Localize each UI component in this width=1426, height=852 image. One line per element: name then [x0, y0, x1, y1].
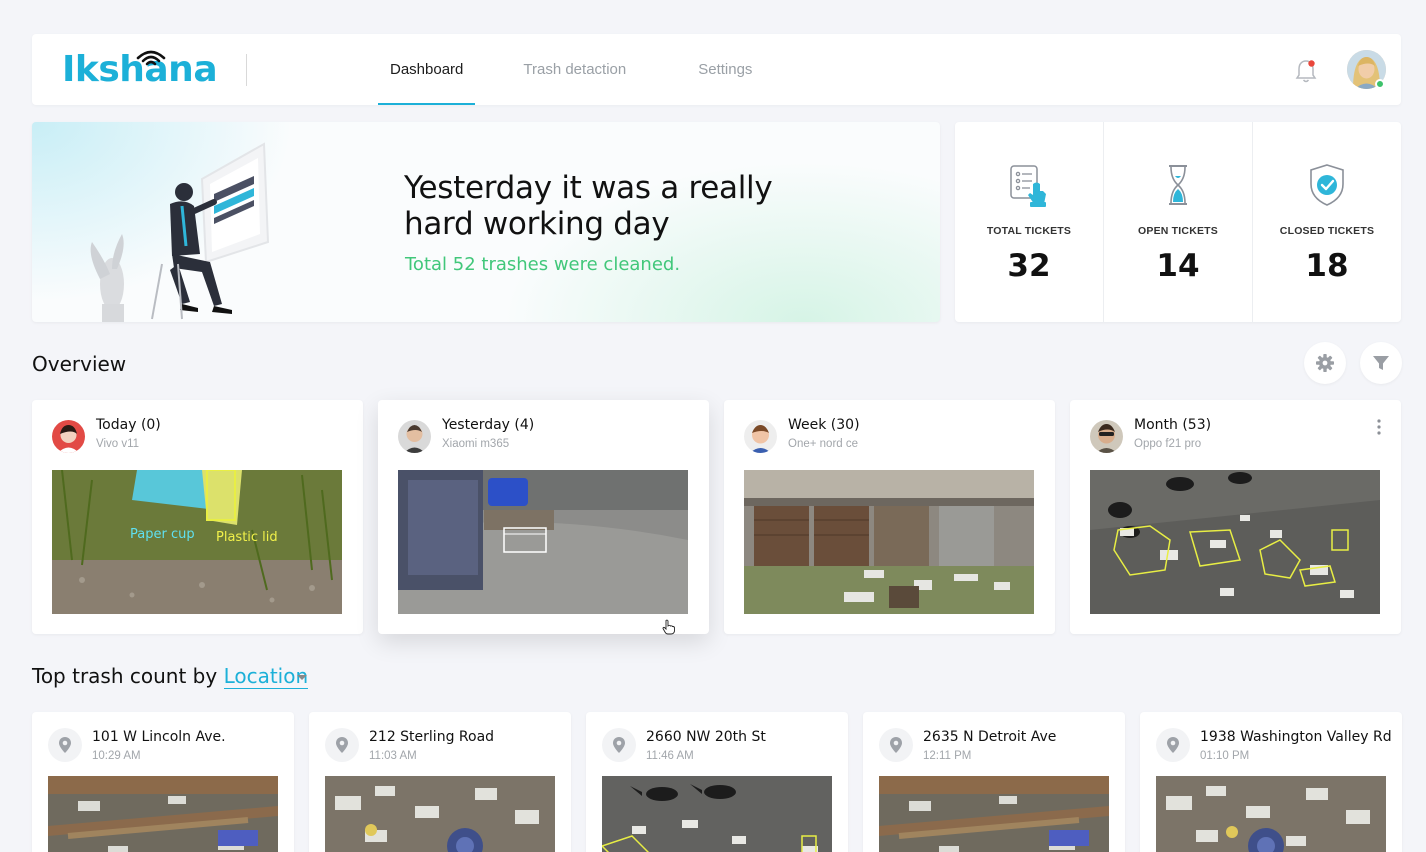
location-card[interactable]: 2635 N Detroit Ave 12:11 PM: [863, 712, 1125, 852]
location-time: 01:10 PM: [1200, 750, 1250, 762]
location-name: 1938 Washington Valley Rd: [1200, 729, 1392, 745]
shield-check-icon: [1310, 164, 1344, 206]
gear-icon: [1316, 354, 1334, 372]
device-name: One+ nord ce: [788, 438, 859, 450]
device-name: Xiaomi m365: [442, 438, 510, 450]
nav-dashboard[interactable]: Dashboard: [378, 34, 476, 105]
map-pin-icon: [336, 737, 348, 753]
nav-settings[interactable]: Settings: [698, 34, 752, 105]
map-pin-icon: [59, 737, 71, 753]
overview-card-today[interactable]: Today (0) Vivo v11 Paper cup Plastic lid: [32, 400, 363, 634]
ticket-value: 32: [1007, 248, 1051, 284]
ticket-label: TOTAL TICKETS: [986, 225, 1072, 237]
location-card[interactable]: 2660 NW 20th St 11:46 AM: [586, 712, 848, 852]
logo[interactable]: Ikshana: [62, 48, 218, 92]
ticket-label: CLOSED TICKETS: [1279, 225, 1375, 237]
map-pin-icon: [613, 737, 625, 753]
location-selector[interactable]: Location: [223, 664, 309, 689]
wifi-icon: [136, 50, 166, 66]
location-time: 11:46 AM: [646, 750, 694, 762]
trash-image[interactable]: [1090, 470, 1380, 614]
card-title: Yesterday (4): [442, 417, 535, 433]
card-title: Week (30): [788, 417, 860, 433]
card-title: Month (53): [1134, 417, 1212, 433]
trash-image[interactable]: [1156, 776, 1386, 852]
divider: [246, 54, 247, 86]
hero-subtitle: Total 52 trashes were cleaned.: [405, 254, 681, 275]
location-pin: [602, 728, 636, 762]
trash-image[interactable]: [398, 470, 688, 614]
online-status-dot: [1375, 79, 1385, 89]
open-tickets[interactable]: OPEN TICKETS 14: [1103, 122, 1252, 322]
location-name: 2635 N Detroit Ave: [923, 729, 1057, 745]
filter-button[interactable]: [1360, 342, 1402, 384]
location-pin: [325, 728, 359, 762]
card-title: Today (0): [96, 417, 161, 433]
settings-button[interactable]: [1304, 342, 1346, 384]
location-name: 212 Sterling Road: [369, 729, 495, 745]
overview-title: Overview: [32, 352, 127, 376]
main-nav: Dashboard Trash detaction Settings: [378, 34, 752, 105]
filter-icon: [1373, 356, 1389, 370]
avatar: [744, 420, 777, 453]
trash-image[interactable]: Paper cup Plastic lid: [52, 470, 342, 614]
image-label-paper-cup: Paper cup: [130, 527, 195, 542]
ticket-value: 18: [1305, 248, 1349, 284]
trash-image[interactable]: [48, 776, 278, 852]
location-card[interactable]: 1938 Washington Valley Rd 01:10 PM: [1140, 712, 1402, 852]
location-card[interactable]: 101 W Lincoln Ave. 10:29 AM: [32, 712, 294, 852]
hand-cursor-icon: [662, 619, 675, 635]
device-name: Oppo f21 pro: [1134, 438, 1202, 450]
bell-icon[interactable]: [1294, 58, 1318, 84]
location-time: 11:03 AM: [369, 750, 417, 762]
more-options-icon[interactable]: [1373, 418, 1385, 436]
location-card[interactable]: 212 Sterling Road 11:03 AM: [309, 712, 571, 852]
location-name: 2660 NW 20th St: [646, 729, 766, 745]
closed-tickets[interactable]: CLOSED TICKETS 18: [1252, 122, 1401, 322]
overview-card-month[interactable]: Month (53) Oppo f21 pro: [1070, 400, 1401, 634]
location-time: 12:11 PM: [923, 750, 972, 762]
avatar: [52, 420, 85, 453]
hero-banner: Yesterday it was a really hard working d…: [32, 122, 940, 322]
tickets-panel: TOTAL TICKETS 32 OPEN TICKETS 14 CLOSED …: [955, 122, 1401, 322]
location-pin: [1156, 728, 1190, 762]
total-tickets[interactable]: TOTAL TICKETS 32: [955, 122, 1103, 322]
trash-image[interactable]: [879, 776, 1109, 852]
hero-title: Yesterday it was a really hard working d…: [404, 170, 773, 242]
device-name: Vivo v11: [96, 438, 140, 450]
location-pin: [48, 728, 82, 762]
overview-card-week[interactable]: Week (30) One+ nord ce: [724, 400, 1055, 634]
map-pin-icon: [890, 737, 902, 753]
nav-trash-detection[interactable]: Trash detaction: [523, 34, 626, 105]
location-name: 101 W Lincoln Ave.: [92, 729, 226, 745]
top-header: Ikshana Dashboard Trash detaction Settin…: [32, 34, 1401, 105]
worker-illustration: [90, 142, 270, 322]
ticket-label: OPEN TICKETS: [1138, 225, 1218, 237]
image-label-plastic-lid: Plastic lid: [216, 530, 278, 545]
location-time: 10:29 AM: [92, 750, 141, 762]
avatar: [1090, 420, 1123, 453]
avatar: [398, 420, 431, 453]
trash-image[interactable]: [325, 776, 555, 852]
top-trash-title: Top trash count by Location: [32, 664, 309, 689]
location-pin: [879, 728, 913, 762]
top-trash-prefix: Top trash count by: [32, 664, 218, 688]
chevron-down-icon[interactable]: [297, 675, 307, 680]
ticket-list-icon: [1010, 165, 1046, 207]
ticket-value: 14: [1156, 248, 1200, 284]
overview-card-yesterday[interactable]: Yesterday (4) Xiaomi m365: [378, 400, 709, 634]
hourglass-icon: [1169, 165, 1187, 205]
trash-image[interactable]: [744, 470, 1034, 614]
trash-image[interactable]: [602, 776, 832, 852]
map-pin-icon: [1167, 737, 1179, 753]
